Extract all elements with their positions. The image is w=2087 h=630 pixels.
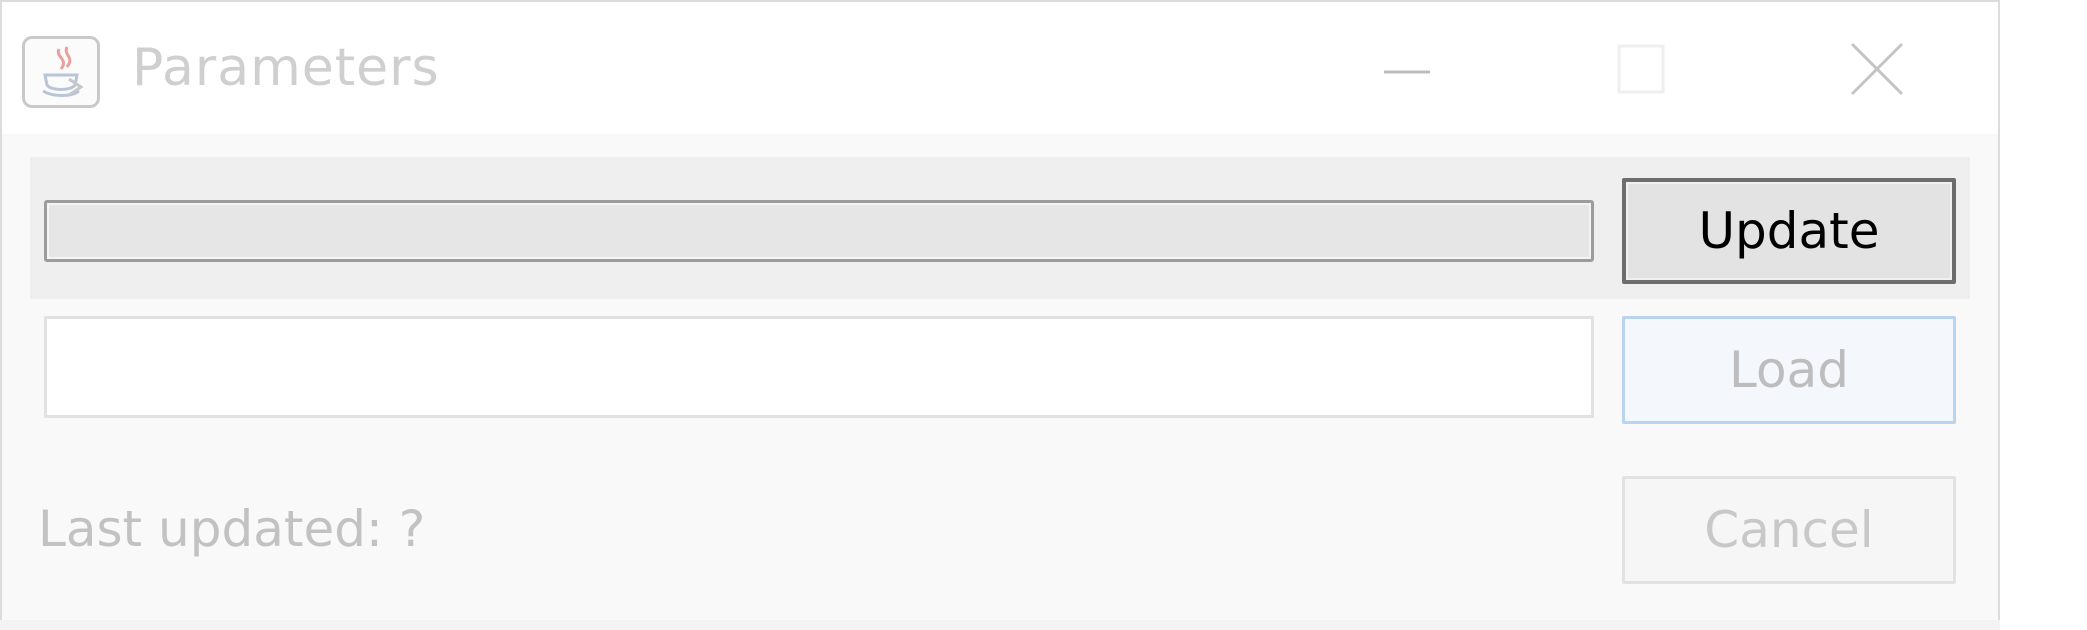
parameters-dialog: Parameters Update Load Last updated: ? C… — [0, 0, 2000, 626]
close-icon — [1850, 42, 1904, 96]
minimize-icon — [1384, 70, 1430, 74]
close-button[interactable] — [1802, 22, 1952, 118]
background-window-edge — [0, 620, 2000, 630]
load-button[interactable]: Load — [1622, 316, 1956, 424]
last-updated-label: Last updated: ? — [38, 500, 426, 558]
maximize-icon — [1617, 44, 1665, 94]
update-progress-bar — [44, 200, 1594, 262]
minimize-button[interactable] — [1332, 22, 1482, 118]
maximize-button[interactable] — [1567, 22, 1717, 118]
title-bar[interactable]: Parameters — [2, 2, 1998, 134]
screen: Parameters Update Load Last updated: ? C… — [0, 0, 2087, 630]
file-path-input[interactable] — [44, 316, 1594, 418]
java-app-icon — [22, 36, 100, 108]
update-button[interactable]: Update — [1622, 178, 1956, 284]
cancel-button[interactable]: Cancel — [1622, 476, 1956, 584]
window-title: Parameters — [132, 38, 440, 98]
